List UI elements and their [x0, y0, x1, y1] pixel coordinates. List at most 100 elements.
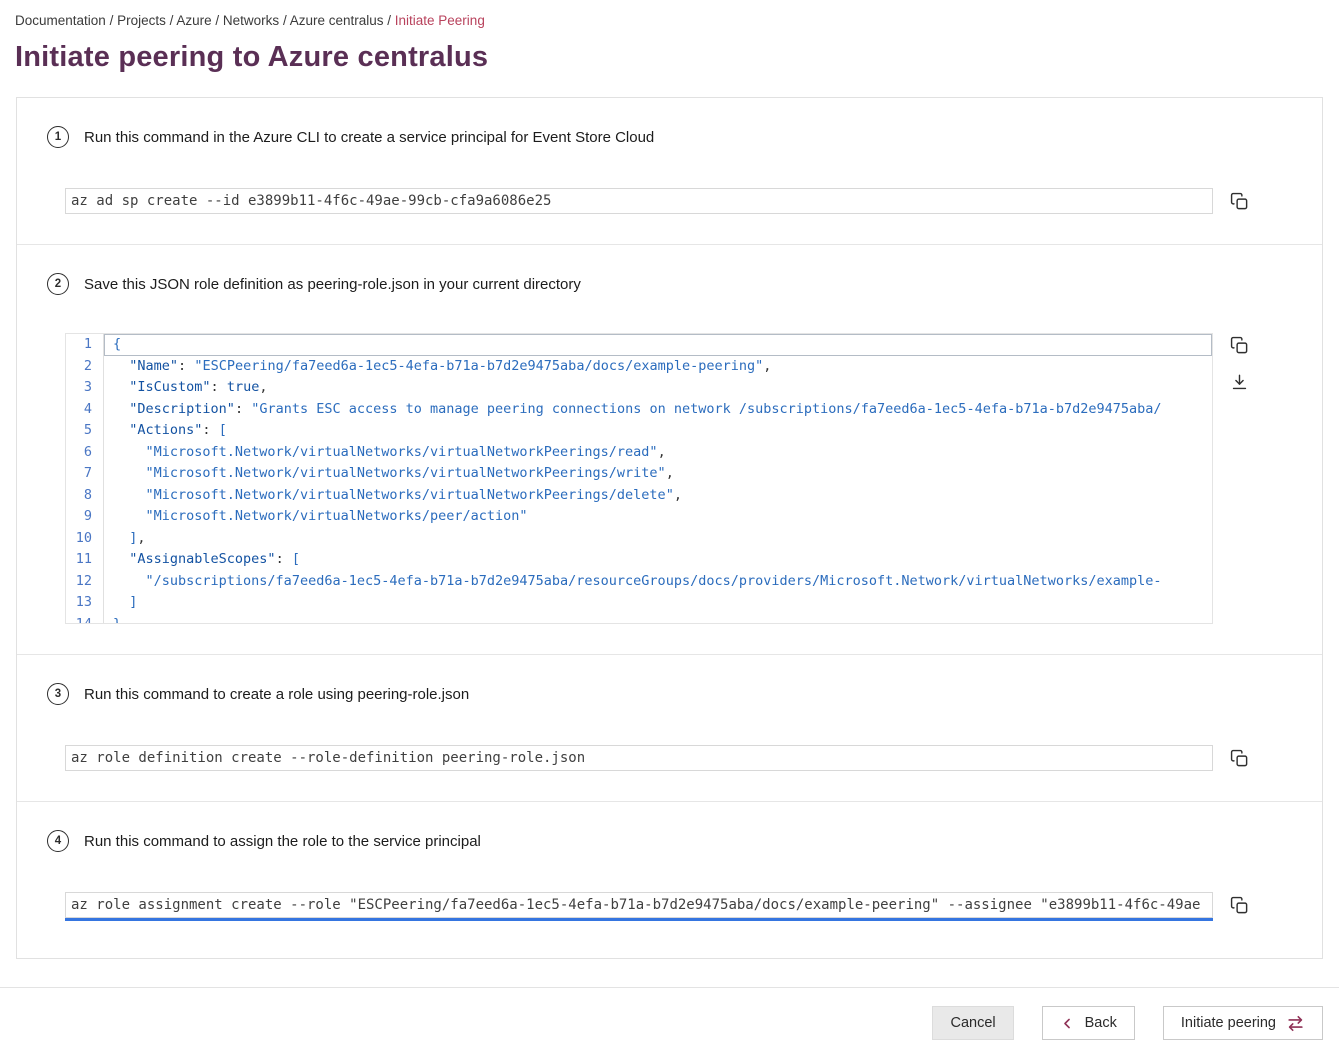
copy-icon [1230, 192, 1249, 211]
transfer-arrows-icon [1286, 1014, 1305, 1033]
step-1-section: 1 Run this command in the Azure CLI to c… [17, 98, 1322, 244]
breadcrumb-link[interactable]: Networks [223, 13, 279, 28]
step-2-section: 2 Save this JSON role definition as peer… [17, 245, 1322, 654]
line-content: "Microsoft.Network/virtualNetworks/virtu… [104, 463, 1212, 485]
editor-line[interactable]: 14} [66, 614, 1212, 625]
step-3-command-input[interactable]: az role definition create --role-definit… [65, 745, 1213, 771]
step-1-instruction: Run this command in the Azure CLI to cre… [84, 129, 654, 146]
line-content: "/subscriptions/fa7eed6a-1ec5-4efa-b71a-… [104, 571, 1212, 593]
line-number: 9 [66, 506, 104, 528]
breadcrumb-link[interactable]: Documentation [15, 13, 106, 28]
breadcrumb-link[interactable]: Projects [117, 13, 166, 28]
json-editor-row: 1{2 "Name": "ESCPeering/fa7eed6a-1ec5-4e… [65, 333, 1250, 624]
editor-line[interactable]: 9 "Microsoft.Network/virtualNetworks/pee… [66, 506, 1212, 528]
line-content: { [104, 334, 1212, 356]
line-number: 7 [66, 463, 104, 485]
editor-line[interactable]: 10 ], [66, 528, 1212, 550]
step-4-instruction: Run this command to assign the role to t… [84, 833, 481, 850]
line-content: "Microsoft.Network/virtualNetworks/virtu… [104, 442, 1212, 464]
download-icon [1230, 373, 1249, 392]
line-content: "IsCustom": true, [104, 377, 1212, 399]
copy-json-button[interactable] [1228, 334, 1250, 356]
editor-line[interactable]: 4 "Description": "Grants ESC access to m… [66, 399, 1212, 421]
breadcrumb-link[interactable]: Azure centralus [290, 13, 384, 28]
breadcrumb-separator: / [106, 13, 117, 28]
editor-line[interactable]: 6 "Microsoft.Network/virtualNetworks/vir… [66, 442, 1212, 464]
line-number: 3 [66, 377, 104, 399]
initiate-peering-button[interactable]: Initiate peering [1163, 1006, 1323, 1040]
step-1-copy-button[interactable] [1228, 190, 1250, 212]
editor-line[interactable]: 2 "Name": "ESCPeering/fa7eed6a-1ec5-4efa… [66, 356, 1212, 378]
step-3-copy-button[interactable] [1228, 747, 1250, 769]
line-number: 5 [66, 420, 104, 442]
breadcrumb-separator: / [166, 13, 177, 28]
editor-line[interactable]: 3 "IsCustom": true, [66, 377, 1212, 399]
step-3-header: 3 Run this command to create a role usin… [17, 683, 1322, 705]
breadcrumb-separator: / [384, 13, 395, 28]
step-1-header: 1 Run this command in the Azure CLI to c… [17, 126, 1322, 148]
line-number: 2 [66, 356, 104, 378]
step-1-command-row: az ad sp create --id e3899b11-4f6c-49ae-… [65, 188, 1250, 214]
line-number: 11 [66, 549, 104, 571]
chevron-left-icon [1060, 1016, 1075, 1031]
copy-icon [1230, 896, 1249, 915]
line-number: 4 [66, 399, 104, 421]
step-4-header: 4 Run this command to assign the role to… [17, 830, 1322, 852]
line-number: 13 [66, 592, 104, 614]
editor-line[interactable]: 5 "Actions": [ [66, 420, 1212, 442]
step-3-command-row: az role definition create --role-definit… [65, 745, 1250, 771]
back-button[interactable]: Back [1042, 1006, 1135, 1040]
line-content: ] [104, 592, 1212, 614]
download-json-button[interactable] [1228, 371, 1250, 393]
step-3-number-badge: 3 [47, 683, 69, 705]
line-content: "Description": "Grants ESC access to man… [104, 399, 1212, 421]
line-number: 8 [66, 485, 104, 507]
step-4-copy-button[interactable] [1228, 894, 1250, 916]
line-number: 12 [66, 571, 104, 593]
copy-icon [1230, 336, 1249, 355]
step-3-instruction: Run this command to create a role using … [84, 686, 469, 703]
breadcrumb-separator: / [212, 13, 223, 28]
editor-line[interactable]: 11 "AssignableScopes": [ [66, 549, 1212, 571]
editor-line[interactable]: 7 "Microsoft.Network/virtualNetworks/vir… [66, 463, 1212, 485]
editor-line[interactable]: 12 "/subscriptions/fa7eed6a-1ec5-4efa-b7… [66, 571, 1212, 593]
breadcrumb: Documentation / Projects / Azure / Netwo… [0, 0, 1339, 30]
breadcrumb-separator: / [279, 13, 290, 28]
line-number: 1 [66, 334, 104, 356]
footer-actions: Cancel Back Initiate peering [0, 988, 1339, 1040]
copy-icon [1230, 749, 1249, 768]
step-4-number-badge: 4 [47, 830, 69, 852]
breadcrumb-link[interactable]: Azure [176, 13, 211, 28]
line-number: 6 [66, 442, 104, 464]
step-3-section: 3 Run this command to create a role usin… [17, 655, 1322, 801]
editor-actions [1228, 333, 1250, 393]
initiate-peering-label: Initiate peering [1181, 1015, 1276, 1031]
step-4-command-input[interactable]: az role assignment create --role "ESCPee… [65, 892, 1213, 918]
step-1-command-input[interactable]: az ad sp create --id e3899b11-4f6c-49ae-… [65, 188, 1213, 214]
step-1-number-badge: 1 [47, 126, 69, 148]
editor-line[interactable]: 1{ [66, 334, 1212, 356]
line-number: 14 [66, 614, 104, 625]
editor-line[interactable]: 13 ] [66, 592, 1212, 614]
breadcrumb-current: Initiate Peering [395, 13, 485, 28]
line-number: 10 [66, 528, 104, 550]
json-editor[interactable]: 1{2 "Name": "ESCPeering/fa7eed6a-1ec5-4e… [65, 333, 1213, 624]
back-label: Back [1085, 1015, 1117, 1031]
line-content: ], [104, 528, 1212, 550]
line-content: "Microsoft.Network/virtualNetworks/peer/… [104, 506, 1212, 528]
line-content: "Name": "ESCPeering/fa7eed6a-1ec5-4efa-b… [104, 356, 1212, 378]
wizard-card: 1 Run this command in the Azure CLI to c… [16, 97, 1323, 959]
line-content: "AssignableScopes": [ [104, 549, 1212, 571]
step-4-command-row: az role assignment create --role "ESCPee… [65, 892, 1250, 918]
step-4-section: 4 Run this command to assign the role to… [17, 802, 1322, 958]
page-title: Initiate peering to Azure centralus [15, 40, 1339, 75]
line-content: "Microsoft.Network/virtualNetworks/virtu… [104, 485, 1212, 507]
line-content: } [104, 614, 1212, 625]
editor-line[interactable]: 8 "Microsoft.Network/virtualNetworks/vir… [66, 485, 1212, 507]
step-2-number-badge: 2 [47, 273, 69, 295]
step-2-instruction: Save this JSON role definition as peerin… [84, 276, 581, 293]
page-header: Documentation / Projects / Azure / Netwo… [0, 0, 1339, 75]
line-content: "Actions": [ [104, 420, 1212, 442]
step-2-header: 2 Save this JSON role definition as peer… [17, 273, 1322, 295]
cancel-button[interactable]: Cancel [932, 1006, 1013, 1040]
